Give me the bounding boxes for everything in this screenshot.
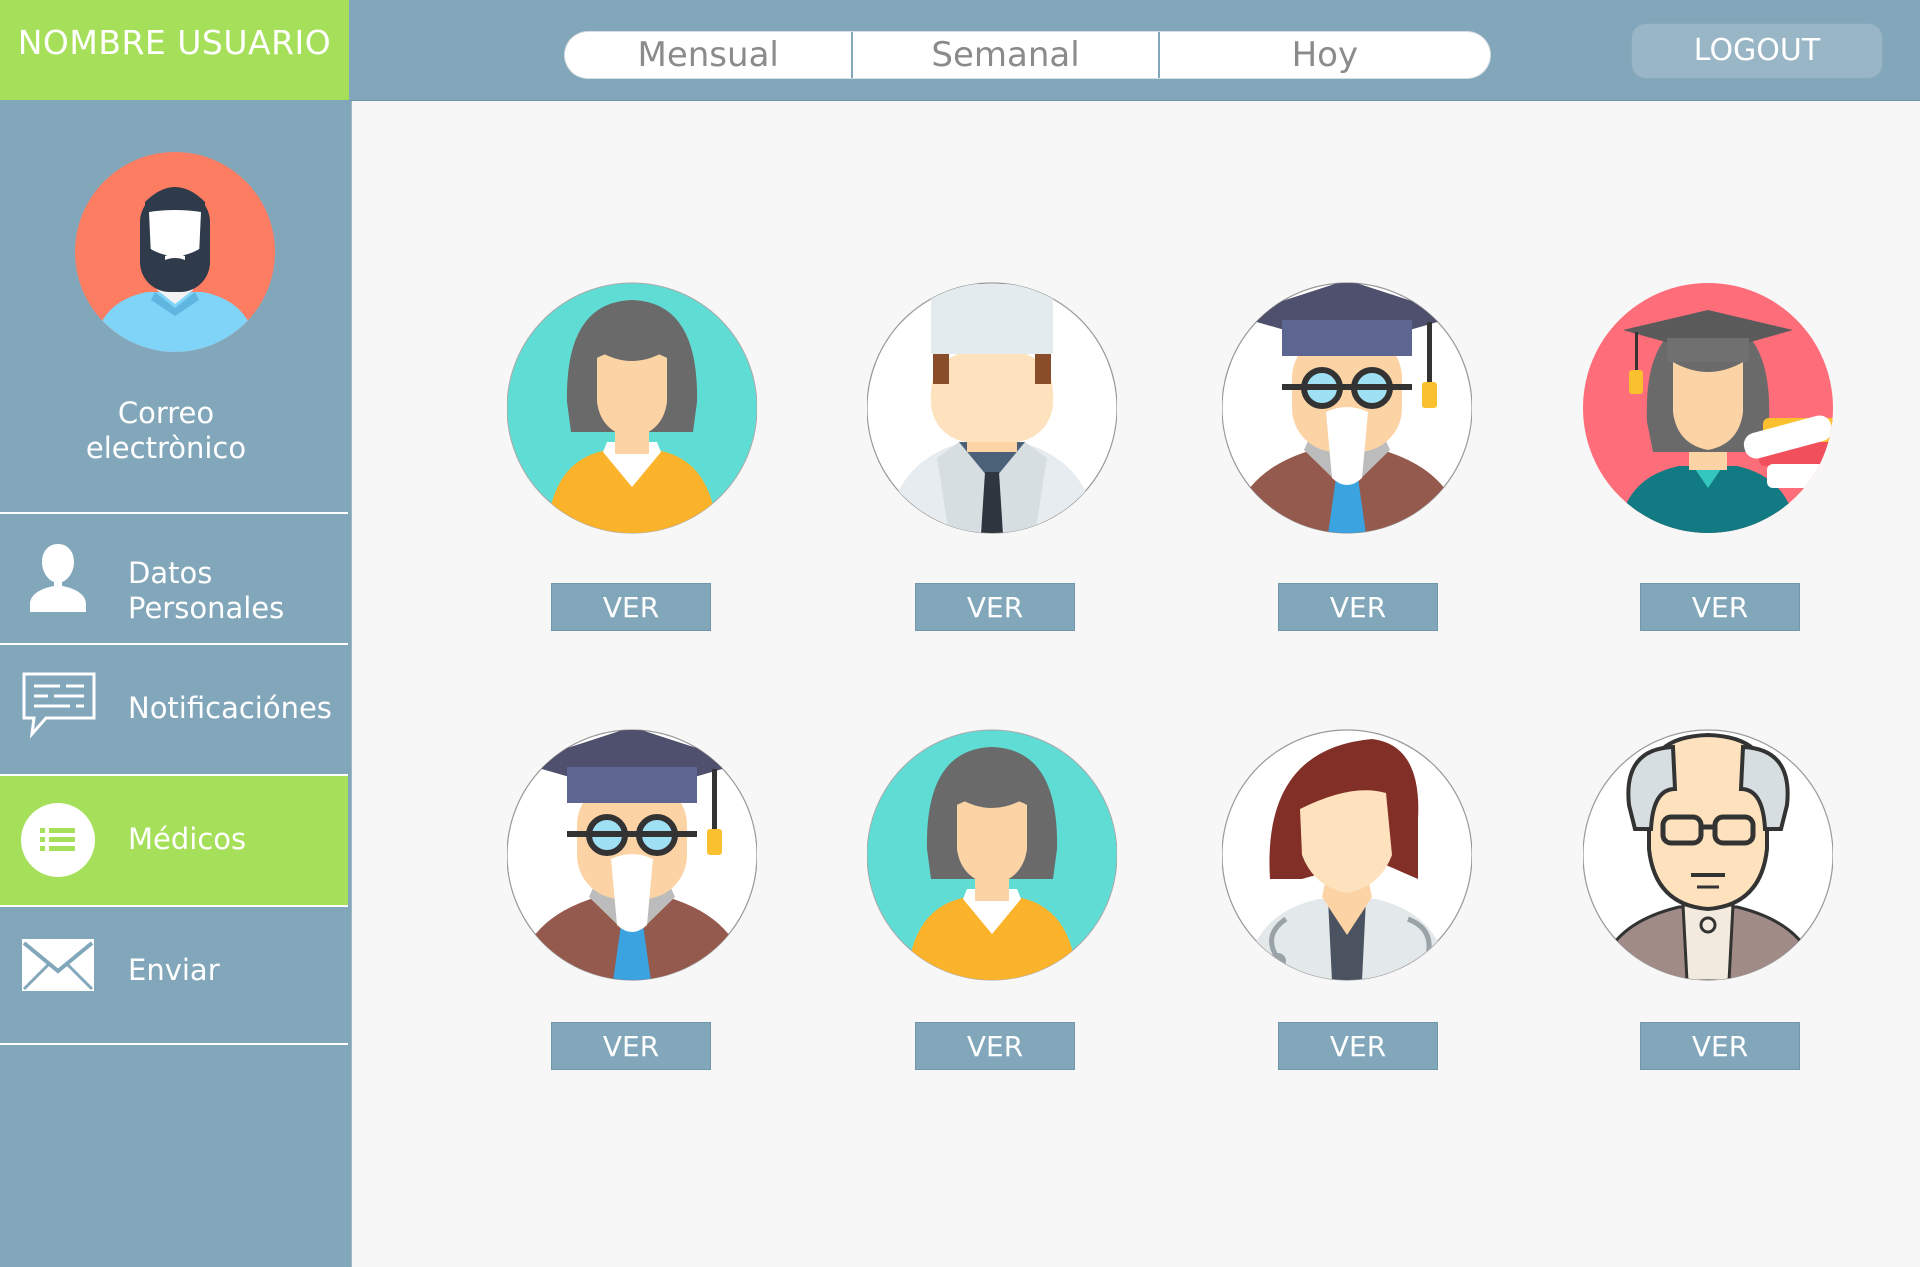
profile-panel: Correo electrònico xyxy=(0,100,349,512)
professor-avatar xyxy=(507,729,757,981)
ver-button-7[interactable]: VER xyxy=(1278,1022,1438,1070)
ver-button-3[interactable]: VER xyxy=(1278,583,1438,631)
doctors-grid: VER VER VER VER VER VER VER VER xyxy=(351,101,1920,1267)
graduate-woman-avatar xyxy=(1583,283,1833,533)
woman-doctor-avatar xyxy=(867,729,1117,981)
sidebar-item-label: Datos Personales xyxy=(128,556,284,626)
ver-button-4[interactable]: VER xyxy=(1640,583,1800,631)
chat-bubble-icon xyxy=(22,672,96,739)
sidebar-item-enviar[interactable]: Enviar xyxy=(0,905,348,1036)
envelope-icon xyxy=(22,939,94,991)
sidebar-item-label-line1: Datos xyxy=(128,556,213,590)
ver-button-2[interactable]: VER xyxy=(915,583,1075,631)
app-window: NOMBRE USUARIO Mensual Semanal Hoy LOGOU… xyxy=(0,0,1920,1267)
email-label-line2: electrònico xyxy=(85,431,247,465)
sidebar-item-notificaciones[interactable]: Notificaciónes xyxy=(0,643,348,774)
chef-hat-doctor-avatar xyxy=(867,282,1117,534)
sidebar: Correo electrònico Datos Personales Noti… xyxy=(0,100,350,1267)
red-hair-doctor-avatar xyxy=(1222,729,1472,981)
user-silhouette-icon xyxy=(30,544,86,612)
sidebar-item-label: Notificaciónes xyxy=(128,691,332,725)
sidebar-item-label: Médicos xyxy=(128,822,247,856)
tab-semanal[interactable]: Semanal xyxy=(851,32,1157,78)
user-avatar xyxy=(75,152,275,352)
top-bar: NOMBRE USUARIO Mensual Semanal Hoy LOGOU… xyxy=(0,0,1920,101)
ver-button-1[interactable]: VER xyxy=(551,583,711,631)
email-label-line1: Correo xyxy=(117,396,215,430)
sidebar-item-datos-personales[interactable]: Datos Personales xyxy=(0,512,348,643)
professor-avatar xyxy=(1222,282,1472,534)
ver-button-8[interactable]: VER xyxy=(1640,1022,1800,1070)
old-man-avatar xyxy=(1583,729,1833,981)
sidebar-divider xyxy=(0,1043,348,1045)
tab-hoy[interactable]: Hoy xyxy=(1157,32,1490,78)
list-icon xyxy=(21,803,95,877)
period-tabs: Mensual Semanal Hoy xyxy=(565,32,1490,78)
email-label: Correo electrònico xyxy=(0,396,332,466)
sidebar-item-medicos[interactable]: Médicos xyxy=(0,774,348,905)
tab-mensual[interactable]: Mensual xyxy=(565,32,851,78)
logout-button[interactable]: LOGOUT xyxy=(1632,24,1882,78)
ver-button-6[interactable]: VER xyxy=(915,1022,1075,1070)
ver-button-5[interactable]: VER xyxy=(551,1022,711,1070)
sidebar-item-label: Enviar xyxy=(128,953,220,987)
sidebar-item-label-line2: Personales xyxy=(128,591,285,625)
user-name-label: NOMBRE USUARIO xyxy=(0,0,349,100)
woman-doctor-avatar xyxy=(507,282,757,534)
